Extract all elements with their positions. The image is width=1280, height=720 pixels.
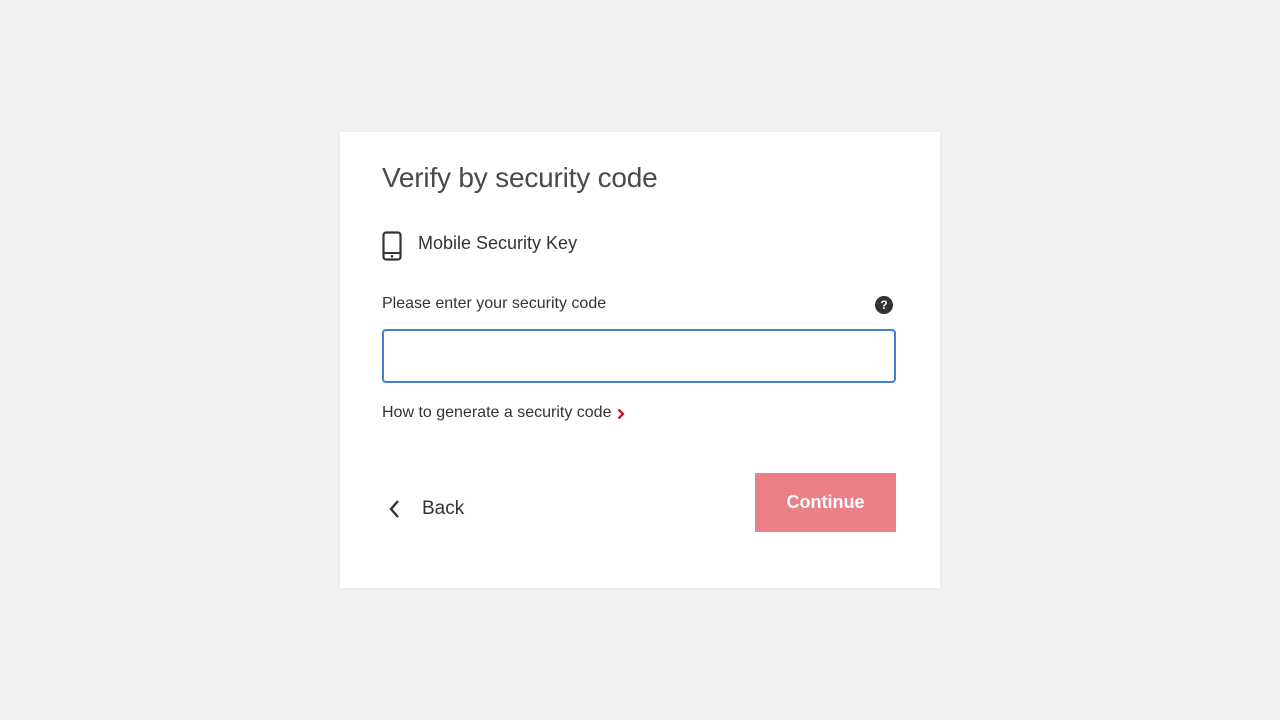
back-button[interactable]: Back	[388, 494, 464, 524]
how-to-generate-link[interactable]: How to generate a security code	[382, 404, 626, 422]
mobile-phone-icon	[382, 231, 402, 261]
page-title: Verify by security code	[382, 162, 658, 193]
security-code-input[interactable]	[382, 329, 896, 383]
back-button-label: Back	[422, 498, 465, 519]
chevron-left-icon	[388, 499, 400, 519]
security-code-label: Please enter your security code	[382, 295, 607, 312]
chevron-right-icon	[617, 407, 626, 420]
verification-card: Verify by security code Mobile Security …	[340, 132, 940, 588]
how-to-generate-link-label: How to generate a security code	[382, 404, 612, 421]
question-circle-icon[interactable]: ?	[875, 296, 893, 314]
security-method-label: Mobile Security Key	[418, 232, 578, 253]
continue-button[interactable]: Continue	[755, 473, 896, 532]
security-method: Mobile Security Key	[382, 231, 577, 261]
